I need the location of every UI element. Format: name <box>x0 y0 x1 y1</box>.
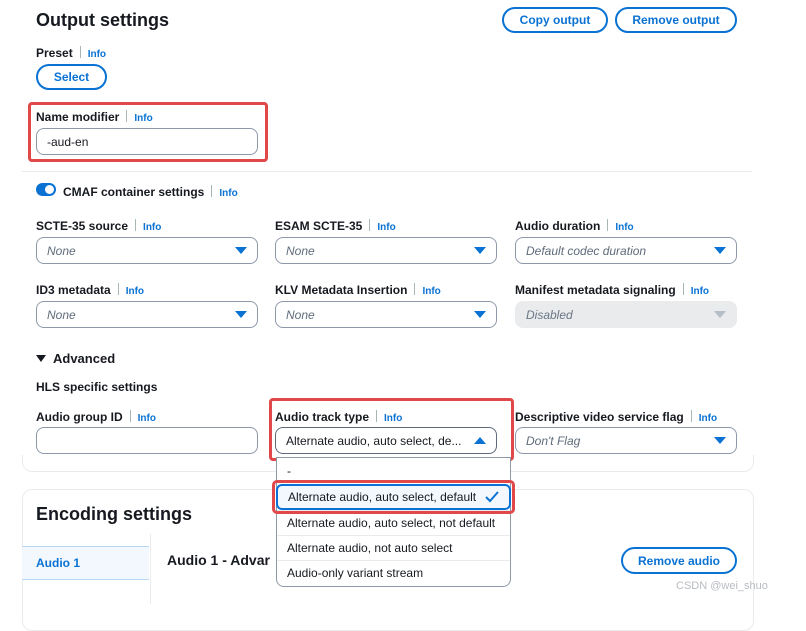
chevron-down-icon <box>474 311 486 318</box>
esam-label-row: ESAM SCTE-35 Info <box>275 219 396 233</box>
audio-track-label-row: Audio track type Info <box>275 410 402 424</box>
audio-track-value: Alternate audio, auto select, de... <box>286 433 462 448</box>
chevron-down-icon <box>714 247 726 254</box>
tab-divider <box>150 534 151 604</box>
manifest-label-row: Manifest metadata signaling Info <box>515 283 709 297</box>
preset-label-row: Preset Info <box>36 46 106 60</box>
scte35-value: None <box>47 243 76 258</box>
dropdown-option[interactable]: Alternate audio, not auto select <box>277 535 510 560</box>
audio-duration-label: Audio duration <box>515 219 601 233</box>
audio-duration-select[interactable]: Default codec duration <box>515 237 737 264</box>
manifest-info-link[interactable]: Info <box>691 286 709 297</box>
dvs-label-row: Descriptive video service flag Info <box>515 410 717 424</box>
audio-panel-title: Audio 1 - Advar <box>167 552 270 568</box>
esam-label: ESAM SCTE-35 <box>275 219 363 233</box>
encoding-settings-title: Encoding settings <box>36 504 193 524</box>
watermark: CSDN @wei_shuo <box>676 580 768 592</box>
name-modifier-info-link[interactable]: Info <box>134 113 152 124</box>
chevron-down-icon <box>474 247 486 254</box>
esam-select[interactable]: None <box>275 237 497 264</box>
audio-duration-info-link[interactable]: Info <box>615 222 633 233</box>
advanced-toggle[interactable]: Advanced <box>36 351 115 366</box>
name-modifier-label-row: Name modifier Info <box>36 110 153 124</box>
chevron-down-icon <box>714 437 726 444</box>
klv-label-row: KLV Metadata Insertion Info <box>275 283 441 297</box>
klv-label: KLV Metadata Insertion <box>275 283 408 297</box>
audio-group-info-link[interactable]: Info <box>138 413 156 424</box>
audio-track-select[interactable]: Alternate audio, auto select, de... <box>275 427 497 454</box>
selected-option-highlight <box>272 480 515 514</box>
id3-value: None <box>47 307 76 322</box>
tab-audio-1-label: Audio 1 <box>36 556 80 570</box>
manifest-select: Disabled <box>515 301 737 328</box>
audio-group-input[interactable] <box>36 427 258 454</box>
esam-info-link[interactable]: Info <box>377 222 395 233</box>
klv-info-link[interactable]: Info <box>422 286 440 297</box>
audio-group-label: Audio group ID <box>36 410 123 424</box>
preset-select-button[interactable]: Select <box>36 64 107 90</box>
hls-heading: HLS specific settings <box>36 380 158 394</box>
audio-track-label: Audio track type <box>275 410 370 424</box>
dvs-info-link[interactable]: Info <box>699 413 717 424</box>
scte35-label: SCTE-35 source <box>36 219 129 233</box>
id3-info-link[interactable]: Info <box>126 286 144 297</box>
advanced-label: Advanced <box>53 351 116 366</box>
dvs-select[interactable]: Don't Flag <box>515 427 737 454</box>
id3-select[interactable]: None <box>36 301 258 328</box>
id3-label-row: ID3 metadata Info <box>36 283 144 297</box>
section-divider <box>22 171 752 172</box>
toggle-knob <box>45 185 54 194</box>
audio-duration-label-row: Audio duration Info <box>515 219 634 233</box>
klv-value: None <box>286 307 315 322</box>
audio-group-label-row: Audio group ID Info <box>36 410 156 424</box>
manifest-value: Disabled <box>526 307 573 322</box>
audio-duration-value: Default codec duration <box>526 243 647 258</box>
cmaf-label: CMAF container settings <box>63 185 205 199</box>
preset-info-link[interactable]: Info <box>88 49 106 60</box>
scte35-info-link[interactable]: Info <box>143 222 161 233</box>
scte35-select[interactable]: None <box>36 237 258 264</box>
audio-track-info-link[interactable]: Info <box>384 413 402 424</box>
name-modifier-value: -aud-en <box>47 134 89 149</box>
chevron-down-icon <box>714 311 726 318</box>
caret-down-icon <box>36 355 46 362</box>
dvs-label: Descriptive video service flag <box>515 410 684 424</box>
cmaf-label-row: CMAF container settings Info <box>63 185 238 199</box>
chevron-down-icon <box>235 247 247 254</box>
dvs-value: Don't Flag <box>526 433 581 448</box>
preset-label: Preset <box>36 46 73 60</box>
name-modifier-input[interactable]: -aud-en <box>36 128 258 155</box>
output-settings-title: Output settings <box>36 10 169 30</box>
name-modifier-label: Name modifier <box>36 110 120 124</box>
dropdown-option[interactable]: Audio-only variant stream <box>277 560 510 585</box>
remove-output-button[interactable]: Remove output <box>615 7 737 33</box>
tab-audio-1[interactable]: Audio 1 <box>22 546 149 580</box>
remove-audio-button[interactable]: Remove audio <box>621 547 737 574</box>
klv-select[interactable]: None <box>275 301 497 328</box>
copy-output-button[interactable]: Copy output <box>502 7 608 33</box>
chevron-down-icon <box>235 311 247 318</box>
manifest-label: Manifest metadata signaling <box>515 283 676 297</box>
chevron-up-icon <box>474 437 486 444</box>
scte35-label-row: SCTE-35 source Info <box>36 219 161 233</box>
cmaf-info-link[interactable]: Info <box>219 188 237 199</box>
audio-track-dropdown: - Alternate audio, auto select, not defa… <box>276 457 511 587</box>
esam-value: None <box>286 243 315 258</box>
cmaf-toggle[interactable] <box>36 183 56 196</box>
id3-label: ID3 metadata <box>36 283 111 297</box>
